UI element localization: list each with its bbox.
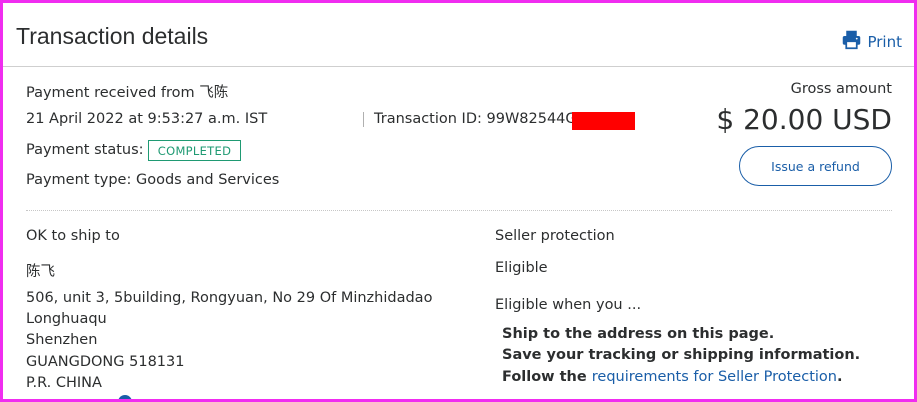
page-title: Transaction details [16,23,209,49]
issue-refund-button[interactable]: Issue a refund [739,146,892,186]
eligible-when-text: Eligible when you ... [495,297,642,313]
payment-received-from: Payment received from 飞陈 [26,85,229,101]
shipping-name: 陈飞 [26,264,55,280]
transaction-datetime: 21 April 2022 at 9:53:27 a.m. IST [26,111,268,127]
address-line: P.R. CHINA [26,375,102,391]
protection-step: Save your tracking or shipping informati… [502,347,861,363]
address-line: Longhuaqu [26,311,107,327]
gross-amount-value: $ 20.00 USD [716,103,892,136]
payment-type: Payment type: Goods and Services [26,172,280,188]
protection-follow-line: Follow the requirements for Seller Prote… [502,369,843,385]
address-line: 506, unit 3, 5building, Rongyuan, No 29 … [26,290,433,306]
payment-status-label: Payment status: [26,142,144,158]
redaction-box [572,112,635,130]
seller-protection-requirements-link[interactable]: requirements for Seller Protection [592,369,837,385]
address-line: GUANGDONG 518131 [26,354,185,370]
follow-suffix: . [836,369,843,385]
help-dot-icon[interactable] [118,395,132,402]
section-divider [26,210,892,211]
print-button[interactable]: Print [841,29,902,54]
print-label: Print [867,32,902,51]
page-header: Transaction details Print [3,3,914,67]
transaction-id: Transaction ID: 99W82544GC [374,111,587,127]
seller-protection-status: Eligible [495,260,548,276]
status-badge: COMPLETED [148,140,241,161]
address-line: Shenzhen [26,332,98,348]
printer-icon [841,29,862,54]
protection-step: Ship to the address on this page. [502,326,775,342]
gross-amount-label: Gross amount [790,81,892,97]
follow-prefix: Follow the [502,369,592,385]
shipping-heading: OK to ship to [26,228,120,244]
vertical-divider [363,112,364,127]
seller-protection-heading: Seller protection [495,228,615,244]
